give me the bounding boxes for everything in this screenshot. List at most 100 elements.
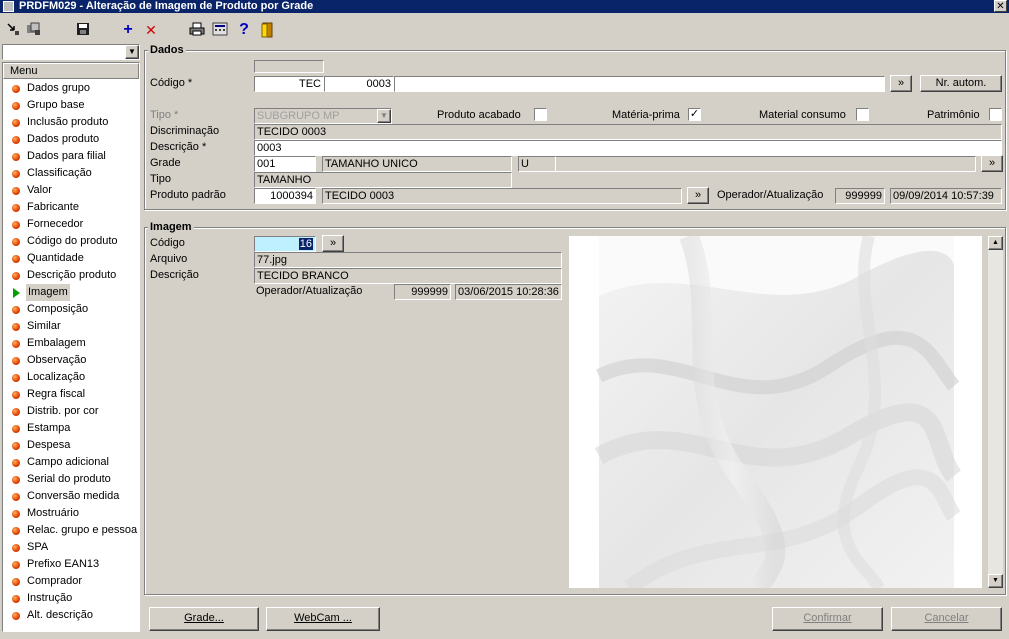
bullet-icon bbox=[12, 221, 20, 229]
menu-item[interactable]: Observação bbox=[3, 352, 139, 369]
menu-item[interactable]: Dados produto bbox=[3, 131, 139, 148]
menu-item[interactable]: Relac. grupo e pessoa bbox=[3, 522, 139, 539]
menu-item[interactable]: Fornecedor bbox=[3, 216, 139, 233]
codigo-prefix-field[interactable]: TEC bbox=[254, 76, 324, 92]
menu-item[interactable]: Descrição produto bbox=[3, 267, 139, 284]
grade-button[interactable]: Grade... bbox=[149, 607, 259, 631]
bullet-icon bbox=[12, 153, 20, 161]
scroll-down-button[interactable]: ▼ bbox=[988, 574, 1003, 588]
dados-operador-field: 999999 bbox=[835, 188, 885, 204]
menu-item-label: Composição bbox=[27, 303, 89, 315]
menu-item[interactable]: Prefixo EAN13 bbox=[3, 556, 139, 573]
menu-item[interactable]: Fabricante bbox=[3, 199, 139, 216]
menu-item-label: Relac. grupo e pessoa bbox=[27, 524, 138, 536]
exit-icon[interactable] bbox=[259, 22, 275, 38]
bullet-icon bbox=[12, 204, 20, 212]
grade-label: Grade bbox=[150, 157, 181, 169]
arquivo-field: 77.jpg bbox=[254, 252, 562, 268]
imagem-nav-button[interactable]: » bbox=[322, 235, 344, 252]
confirmar-button[interactable]: Confirmar bbox=[772, 607, 883, 631]
close-button[interactable]: ✕ bbox=[994, 0, 1007, 12]
materia-prima-checkbox[interactable]: ✓ bbox=[688, 108, 701, 121]
menu-item[interactable]: Inclusão produto bbox=[3, 114, 139, 131]
menu-item[interactable]: Localização bbox=[3, 369, 139, 386]
image-preview-panel bbox=[569, 232, 982, 595]
codigo-num-field[interactable]: 0003 bbox=[324, 76, 394, 92]
menu-item[interactable]: Grupo base bbox=[3, 97, 139, 114]
menu-item[interactable]: Dados para filial bbox=[3, 148, 139, 165]
bullet-icon bbox=[12, 187, 20, 195]
produto-padrao-code-field[interactable]: 1000394 bbox=[254, 188, 316, 204]
tree-icon[interactable] bbox=[5, 22, 21, 38]
grade-nav-button[interactable]: » bbox=[981, 155, 1003, 172]
save-icon[interactable] bbox=[75, 22, 91, 38]
menu-item[interactable]: Campo adicional bbox=[3, 454, 139, 471]
calculator-icon[interactable] bbox=[212, 22, 228, 38]
copy-icon[interactable] bbox=[26, 22, 42, 38]
menu-item[interactable]: Alt. descrição bbox=[3, 607, 139, 624]
nr-autom-button[interactable]: Nr. autom. bbox=[920, 75, 1002, 92]
menu-item[interactable]: Similar bbox=[3, 318, 139, 335]
menu-item-label: Imagem bbox=[26, 284, 70, 301]
image-scrollbar[interactable]: ▲ ▼ bbox=[988, 236, 1003, 588]
help-icon[interactable]: ? bbox=[236, 22, 252, 38]
bullet-icon bbox=[12, 425, 20, 433]
imagem-codigo-field[interactable]: 16 bbox=[254, 236, 316, 252]
chevron-down-icon[interactable]: ▼ bbox=[377, 109, 391, 123]
codigo-nav-button[interactable]: » bbox=[890, 75, 912, 92]
bullet-icon bbox=[12, 442, 20, 450]
imagem-atualizacao-field: 03/06/2015 10:28:36 bbox=[455, 284, 562, 300]
menu-item[interactable]: Regra fiscal bbox=[3, 386, 139, 403]
descricao-field[interactable]: 0003 bbox=[254, 140, 1002, 156]
menu-item[interactable]: Imagem bbox=[3, 284, 139, 301]
menu-item-label: Estampa bbox=[27, 422, 71, 434]
patrimonio-checkbox[interactable] bbox=[989, 108, 1002, 121]
grade-u-field: U bbox=[518, 156, 556, 172]
scroll-up-button[interactable]: ▲ bbox=[988, 236, 1003, 250]
menu-combo[interactable]: ▼ bbox=[2, 44, 140, 60]
produto-padrao-desc-field: TECIDO 0003 bbox=[322, 188, 682, 204]
menu-item[interactable]: Código do produto bbox=[3, 233, 139, 250]
cancelar-button[interactable]: Cancelar bbox=[891, 607, 1002, 631]
menu-item[interactable]: Embalagem bbox=[3, 335, 139, 352]
print-icon[interactable] bbox=[189, 22, 205, 38]
menu-header: Menu bbox=[3, 63, 139, 79]
menu-item[interactable]: Classificação bbox=[3, 165, 139, 182]
tipo-label: Tipo * bbox=[150, 109, 179, 121]
codigo-header-strip bbox=[254, 60, 324, 73]
codigo-ext-field[interactable] bbox=[394, 76, 885, 92]
menu-item[interactable]: SPA bbox=[3, 539, 139, 556]
grade-extra-field bbox=[556, 156, 976, 172]
grade-code-field[interactable]: 001 bbox=[254, 156, 316, 172]
menu-item[interactable]: Distrib. por cor bbox=[3, 403, 139, 420]
delete-icon[interactable]: ✕ bbox=[143, 22, 159, 38]
menu-item[interactable]: Conversão medida bbox=[3, 488, 139, 505]
menu-item[interactable]: Valor bbox=[3, 182, 139, 199]
produto-padrao-label: Produto padrão bbox=[150, 189, 226, 201]
material-consumo-checkbox[interactable] bbox=[856, 108, 869, 121]
bullet-icon bbox=[12, 306, 20, 314]
materia-prima-label: Matéria-prima bbox=[612, 109, 680, 121]
menu-item[interactable]: Composição bbox=[3, 301, 139, 318]
produto-padrao-nav-button[interactable]: » bbox=[687, 187, 709, 204]
menu-item[interactable]: Estampa bbox=[3, 420, 139, 437]
menu-item-label: Prefixo EAN13 bbox=[27, 558, 100, 570]
chevron-down-icon[interactable]: ▼ bbox=[125, 45, 139, 59]
menu-item[interactable]: Serial do produto bbox=[3, 471, 139, 488]
produto-acabado-checkbox[interactable] bbox=[534, 108, 547, 121]
webcam-button[interactable]: WebCam ... bbox=[266, 607, 380, 631]
bullet-icon bbox=[12, 493, 20, 501]
add-icon[interactable]: + bbox=[120, 22, 136, 38]
bullet-icon bbox=[12, 85, 20, 93]
check-icon: ✓ bbox=[689, 108, 700, 120]
menu-item[interactable]: Instrução bbox=[3, 590, 139, 607]
menu-item[interactable]: Mostruário bbox=[3, 505, 139, 522]
tipo-select[interactable]: SUBGRUPO MP ▼ bbox=[254, 108, 392, 124]
menu-item[interactable]: Comprador bbox=[3, 573, 139, 590]
menu-item[interactable]: Dados grupo bbox=[3, 80, 139, 97]
menu-item-label: Embalagem bbox=[27, 337, 86, 349]
menu-item[interactable]: Despesa bbox=[3, 437, 139, 454]
bullet-icon bbox=[12, 119, 20, 127]
side-menu: Menu Dados grupo Grupo base Inclusão produ… bbox=[2, 62, 140, 632]
menu-item[interactable]: Quantidade bbox=[3, 250, 139, 267]
